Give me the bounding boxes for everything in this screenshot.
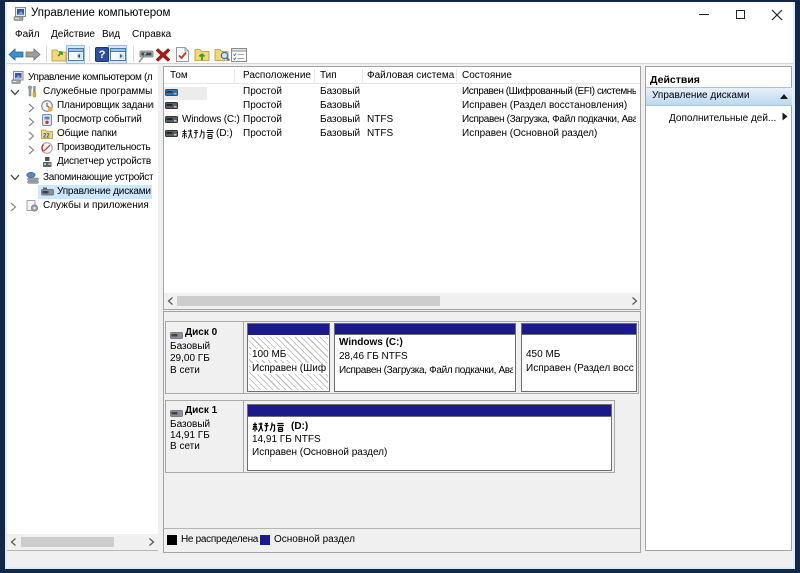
svg-text:?: ? (99, 49, 106, 61)
svg-text:22: 22 (43, 134, 50, 140)
